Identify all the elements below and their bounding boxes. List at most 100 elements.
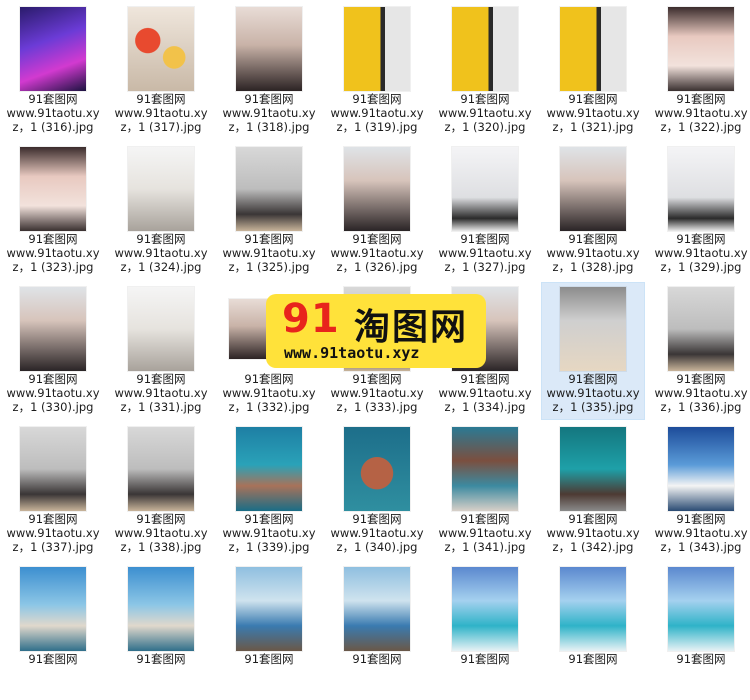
file-item[interactable]: 91套图网 www.91taotu.xy z，1 (321).jpg xyxy=(541,2,645,140)
file-item[interactable]: 91套图网 xyxy=(649,562,750,700)
file-name-line: 91套图网 xyxy=(676,512,726,526)
file-name: 91套图网 xyxy=(328,652,426,666)
file-name-line: 91套图网 xyxy=(244,512,294,526)
file-name-line: 91套图网 xyxy=(676,652,726,666)
file-item[interactable]: 91套图网 xyxy=(109,562,213,700)
file-item[interactable]: 91套图网 www.91taotu.xy z，1 (318).jpg xyxy=(217,2,321,140)
file-thumbnail[interactable] xyxy=(20,287,86,371)
file-thumbnail[interactable] xyxy=(560,427,626,511)
file-item[interactable]: 91套图网 www.91taotu.xy z，1 (342).jpg xyxy=(541,422,645,560)
file-item[interactable]: 91套图网 www.91taotu.xy z，1 (322).jpg xyxy=(649,2,750,140)
file-name-line: z，1 (322).jpg xyxy=(660,120,742,134)
file-name: 91套图网 xyxy=(652,652,750,666)
file-name-line: www.91taotu.xy xyxy=(6,246,100,260)
file-name-line: 91套图网 xyxy=(460,232,510,246)
file-item[interactable]: 91套图网 www.91taotu.xy z，1 (336).jpg xyxy=(649,282,750,420)
file-item[interactable]: 91套图网 xyxy=(1,562,105,700)
file-name-line: z，1 (334).jpg xyxy=(444,400,526,414)
file-thumbnail[interactable] xyxy=(560,567,626,651)
file-name-line: 91套图网 xyxy=(568,512,618,526)
file-name: 91套图网 www.91taotu.xy z，1 (342).jpg xyxy=(544,512,642,554)
file-item[interactable]: 91套图网 www.91taotu.xy z，1 (330).jpg xyxy=(1,282,105,420)
file-thumbnail[interactable] xyxy=(128,567,194,651)
file-thumbnail[interactable] xyxy=(20,427,86,511)
file-name-line: www.91taotu.xy xyxy=(438,386,532,400)
file-item[interactable]: 91套图网 www.91taotu.xy z，1 (317).jpg xyxy=(109,2,213,140)
file-item[interactable]: 91套图网 www.91taotu.xy z，1 (343).jpg xyxy=(649,422,750,560)
file-item[interactable]: 91套图网 www.91taotu.xy z，1 (329).jpg xyxy=(649,142,750,280)
file-item[interactable]: 91套图网 www.91taotu.xy z，1 (337).jpg xyxy=(1,422,105,560)
file-thumbnail[interactable] xyxy=(452,147,518,231)
file-name-line: 91套图网 xyxy=(676,92,726,106)
file-name: 91套图网 www.91taotu.xy z，1 (324).jpg xyxy=(112,232,210,274)
file-item[interactable]: 91套图网 www.91taotu.xy z，1 (331).jpg xyxy=(109,282,213,420)
file-item[interactable]: 91套图网 www.91taotu.xy z，1 (338).jpg xyxy=(109,422,213,560)
file-thumbnail[interactable] xyxy=(452,7,518,91)
file-name-line: 91套图网 xyxy=(136,232,186,246)
file-thumbnail[interactable] xyxy=(236,427,302,511)
file-thumbnail[interactable] xyxy=(20,567,86,651)
file-thumbnail[interactable] xyxy=(560,7,626,91)
file-name-line: z，1 (316).jpg xyxy=(12,120,94,134)
file-name-line: 91套图网 xyxy=(244,372,294,386)
file-name-line: z，1 (340).jpg xyxy=(336,540,418,554)
file-thumbnail[interactable] xyxy=(344,7,410,91)
file-thumbnail[interactable] xyxy=(20,7,86,91)
file-name: 91套图网 www.91taotu.xy z，1 (334).jpg xyxy=(436,372,534,414)
file-thumbnail[interactable] xyxy=(452,427,518,511)
file-name-line: 91套图网 xyxy=(568,372,618,386)
file-item[interactable]: 91套图网 www.91taotu.xy z，1 (320).jpg xyxy=(433,2,537,140)
file-thumbnail[interactable] xyxy=(128,7,194,91)
file-thumbnail[interactable] xyxy=(668,7,734,91)
file-thumbnail[interactable] xyxy=(668,567,734,651)
file-name-line: 91套图网 xyxy=(352,372,402,386)
file-thumbnail[interactable] xyxy=(344,427,410,511)
file-item[interactable]: 91套图网 www.91taotu.xy z，1 (325).jpg xyxy=(217,142,321,280)
file-name-line: 91套图网 xyxy=(136,512,186,526)
file-name-line: www.91taotu.xy xyxy=(546,386,640,400)
file-item[interactable]: 91套图网 www.91taotu.xy z，1 (324).jpg xyxy=(109,142,213,280)
file-thumbnail[interactable] xyxy=(560,147,626,231)
file-name-line: www.91taotu.xy xyxy=(222,106,316,120)
file-name: 91套图网 xyxy=(220,652,318,666)
file-name: 91套图网 xyxy=(544,652,642,666)
file-item[interactable]: 91套图网 www.91taotu.xy z，1 (339).jpg xyxy=(217,422,321,560)
file-name-line: www.91taotu.xy xyxy=(6,106,100,120)
file-thumbnail[interactable] xyxy=(236,147,302,231)
file-name-line: www.91taotu.xy xyxy=(330,526,424,540)
file-name-line: www.91taotu.xy xyxy=(438,526,532,540)
file-item[interactable]: 91套图网 www.91taotu.xy z，1 (341).jpg xyxy=(433,422,537,560)
file-item[interactable]: 91套图网 www.91taotu.xy z，1 (328).jpg xyxy=(541,142,645,280)
file-thumbnail[interactable] xyxy=(560,287,626,371)
file-thumbnail[interactable] xyxy=(128,287,194,371)
file-item[interactable]: 91套图网 xyxy=(325,562,429,700)
file-thumbnail[interactable] xyxy=(236,567,302,651)
file-item[interactable]: 91套图网 www.91taotu.xy z，1 (340).jpg xyxy=(325,422,429,560)
file-name-line: www.91taotu.xy xyxy=(114,246,208,260)
file-item[interactable]: 91套图网 xyxy=(541,562,645,700)
file-thumbnail[interactable] xyxy=(452,567,518,651)
file-thumbnail[interactable] xyxy=(20,147,86,231)
file-item[interactable]: 91套图网 www.91taotu.xy z，1 (327).jpg xyxy=(433,142,537,280)
file-item[interactable]: 91套图网 www.91taotu.xy z，1 (319).jpg xyxy=(325,2,429,140)
file-item[interactable]: 91套图网 xyxy=(433,562,537,700)
file-thumbnail[interactable] xyxy=(668,427,734,511)
file-item[interactable]: 91套图网 www.91taotu.xy z，1 (326).jpg xyxy=(325,142,429,280)
file-name: 91套图网 www.91taotu.xy z，1 (317).jpg xyxy=(112,92,210,134)
file-thumbnail[interactable] xyxy=(128,147,194,231)
file-thumbnail[interactable] xyxy=(668,147,734,231)
file-thumbnail[interactable] xyxy=(128,427,194,511)
watermark-number: 91 xyxy=(282,296,340,342)
file-item[interactable]: 91套图网 www.91taotu.xy z，1 (316).jpg xyxy=(1,2,105,140)
file-name-line: www.91taotu.xy xyxy=(330,386,424,400)
file-item[interactable]: 91套图网 www.91taotu.xy z，1 (335).jpg xyxy=(541,282,645,420)
file-thumbnail[interactable] xyxy=(344,147,410,231)
file-item[interactable]: 91套图网 www.91taotu.xy z，1 (323).jpg xyxy=(1,142,105,280)
file-name-line: z，1 (321).jpg xyxy=(552,120,634,134)
file-name-line: 91套图网 xyxy=(244,232,294,246)
file-thumbnail[interactable] xyxy=(668,287,734,371)
file-thumbnail[interactable] xyxy=(344,567,410,651)
file-thumbnail[interactable] xyxy=(236,7,302,91)
file-item[interactable]: 91套图网 xyxy=(217,562,321,700)
file-name-line: z，1 (336).jpg xyxy=(660,400,742,414)
